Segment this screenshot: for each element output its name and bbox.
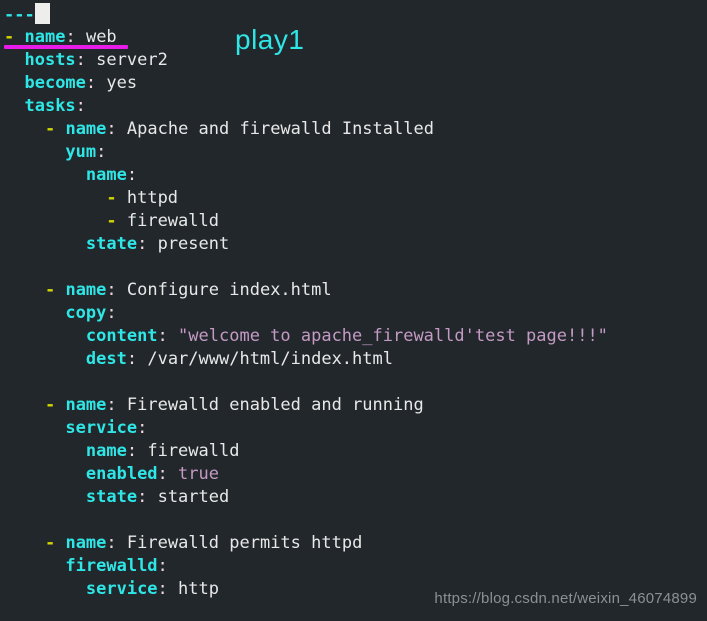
yaml-colon: : bbox=[157, 464, 168, 484]
yaml-key: enabled bbox=[85, 464, 158, 484]
yaml-colon: : bbox=[157, 326, 168, 346]
list-dash: - bbox=[44, 119, 56, 139]
yaml-value: Configure index.html bbox=[126, 280, 332, 300]
watermark-url: https://blog.csdn.net/weixin_46074899 bbox=[434, 590, 697, 607]
yaml-value: started bbox=[157, 487, 230, 507]
code-line: firewalld: bbox=[4, 555, 707, 578]
code-line: enabled: true bbox=[4, 463, 707, 486]
yaml-colon: : bbox=[106, 280, 117, 300]
code-line: dest: /var/www/html/index.html bbox=[4, 348, 707, 371]
list-dash: - bbox=[44, 280, 56, 300]
yaml-key: tasks bbox=[24, 96, 76, 116]
code-line: tasks: bbox=[4, 95, 707, 118]
list-dash: - bbox=[4, 27, 15, 47]
code-line: - name: Apache and firewalld Installed bbox=[4, 118, 707, 141]
yaml-colon: : bbox=[106, 395, 117, 415]
yaml-key: yum bbox=[65, 142, 97, 162]
yaml-colon: : bbox=[126, 165, 138, 185]
code-line: - firewalld bbox=[4, 210, 707, 233]
code-line: - name: Configure index.html bbox=[4, 279, 707, 302]
yaml-key: name bbox=[65, 119, 107, 139]
yaml-colon: : bbox=[137, 234, 148, 254]
code-line: - name: Firewalld enabled and running bbox=[4, 394, 707, 417]
yaml-key: copy bbox=[65, 303, 107, 323]
list-value: firewalld bbox=[126, 211, 219, 231]
yaml-colon: : bbox=[157, 556, 168, 576]
yaml-colon: : bbox=[75, 50, 86, 70]
code-line: become: yes bbox=[4, 72, 707, 95]
code-line: hosts: server2 bbox=[4, 49, 707, 72]
code-line: service: bbox=[4, 417, 707, 440]
play1-annotation-label: play1 bbox=[235, 24, 305, 55]
yaml-colon: : bbox=[126, 441, 138, 461]
yaml-value: server2 bbox=[96, 50, 168, 70]
code-line: yum: bbox=[4, 141, 707, 164]
magenta-underline-annotation bbox=[4, 45, 128, 49]
list-dash: - bbox=[106, 211, 117, 231]
code-line: name: firewalld bbox=[4, 440, 707, 463]
yaml-colon: : bbox=[85, 73, 97, 93]
yaml-key: name bbox=[85, 165, 127, 185]
yaml-key: service bbox=[85, 579, 158, 599]
yaml-key: dest bbox=[85, 349, 127, 369]
yaml-key: name bbox=[65, 280, 107, 300]
code-content[interactable]: --- - name: web hosts: server2 become: ye… bbox=[4, 3, 707, 601]
yaml-colon: : bbox=[75, 96, 86, 116]
yaml-colon: : bbox=[106, 119, 117, 139]
list-dash: - bbox=[106, 188, 117, 208]
yaml-editor-pane[interactable]: --- - name: web hosts: server2 become: ye… bbox=[0, 0, 707, 621]
yaml-value: Apache and firewalld Installed bbox=[126, 119, 434, 139]
list-dash: - bbox=[44, 533, 56, 553]
yaml-value: Firewalld enabled and running bbox=[126, 395, 424, 415]
yaml-key: become bbox=[24, 73, 86, 93]
code-line: - name: Firewalld permits httpd bbox=[4, 532, 707, 555]
yaml-colon: : bbox=[126, 349, 138, 369]
code-line: - httpd bbox=[4, 187, 707, 210]
yaml-key: name bbox=[65, 533, 107, 553]
code-line: state: present bbox=[4, 233, 707, 256]
code-line: content: "welcome to apache_firewalld'te… bbox=[4, 325, 707, 348]
code-line: copy: bbox=[4, 302, 707, 325]
yaml-value: http bbox=[178, 579, 219, 599]
yaml-key: content bbox=[85, 326, 158, 346]
yaml-key: state bbox=[85, 234, 138, 254]
yaml-value: Firewalld permits httpd bbox=[126, 533, 363, 553]
yaml-value: web bbox=[85, 27, 117, 47]
yaml-colon: : bbox=[96, 142, 107, 162]
yaml-key: name bbox=[85, 441, 127, 461]
yaml-value-boolean: true bbox=[178, 464, 219, 484]
yaml-key: service bbox=[65, 418, 138, 438]
document-start-marker: --- bbox=[4, 5, 35, 25]
yaml-key: firewalld bbox=[65, 556, 158, 576]
yaml-value: yes bbox=[106, 73, 138, 93]
yaml-value: present bbox=[157, 234, 230, 254]
yaml-colon: : bbox=[65, 27, 76, 47]
yaml-colon: : bbox=[137, 418, 148, 438]
yaml-key: hosts bbox=[24, 50, 76, 70]
yaml-value: /var/www/html/index.html bbox=[147, 349, 393, 369]
code-line: --- bbox=[4, 3, 707, 26]
yaml-key: name bbox=[65, 395, 107, 415]
text-cursor bbox=[34, 3, 50, 24]
list-value: httpd bbox=[126, 188, 179, 208]
yaml-colon: : bbox=[137, 487, 148, 507]
yaml-colon: : bbox=[106, 533, 117, 553]
code-line: state: started bbox=[4, 486, 707, 509]
yaml-key: name bbox=[24, 27, 66, 47]
yaml-value-string: "welcome to apache_firewalld'test page!!… bbox=[178, 326, 608, 346]
yaml-key: state bbox=[85, 487, 138, 507]
yaml-value: firewalld bbox=[147, 441, 240, 461]
code-line: name: bbox=[4, 164, 707, 187]
list-dash: - bbox=[44, 395, 56, 415]
yaml-colon: : bbox=[157, 579, 168, 599]
yaml-colon: : bbox=[106, 303, 117, 323]
